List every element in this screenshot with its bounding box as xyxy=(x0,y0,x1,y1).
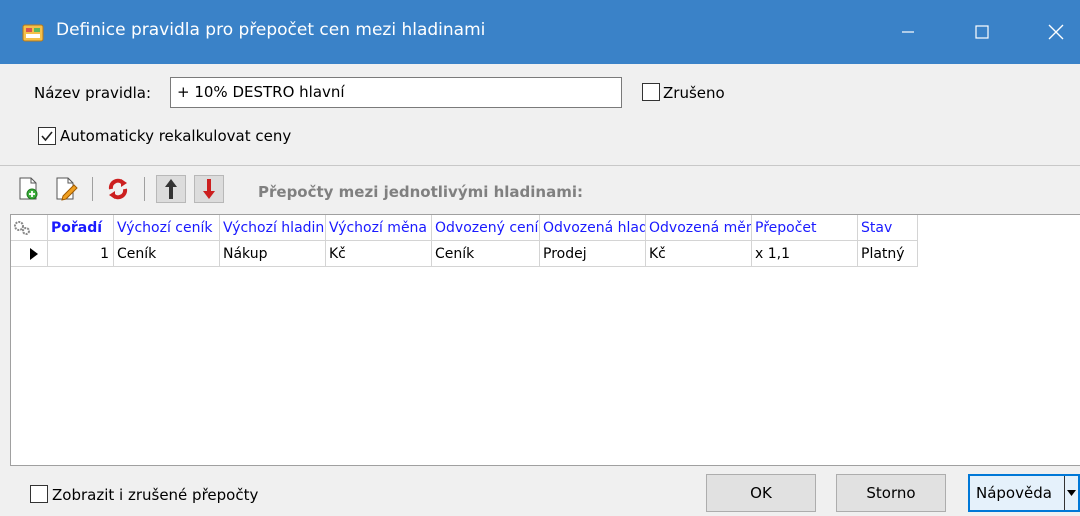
close-button[interactable] xyxy=(1026,0,1080,64)
new-document-icon xyxy=(19,177,38,200)
help-button-label: Nápověda xyxy=(976,484,1052,502)
cell-derived-level[interactable]: Prodej xyxy=(540,241,646,267)
column-header-order[interactable]: Pořadí xyxy=(48,215,114,241)
move-up-icon xyxy=(165,179,177,199)
auto-recalc-checkbox[interactable] xyxy=(38,127,56,145)
maximize-icon xyxy=(975,25,989,39)
column-header-derived-pricelist[interactable]: Odvozený ceník xyxy=(432,215,540,241)
row-indicator xyxy=(11,241,48,267)
column-header-source-pricelist[interactable]: Výchozí ceník xyxy=(114,215,220,241)
move-down-icon xyxy=(203,179,215,199)
cell-order[interactable]: 1 xyxy=(48,241,114,267)
cancel-button[interactable]: Storno xyxy=(836,474,946,512)
show-cancelled-label: Zobrazit i zrušené přepočty xyxy=(52,486,259,504)
cell-source-level[interactable]: Nákup xyxy=(220,241,326,267)
title-bar[interactable]: Definice pravidla pro přepočet cen mezi … xyxy=(0,0,1080,64)
cell-source-pricelist[interactable]: Ceník xyxy=(114,241,220,267)
help-dropdown-arrow[interactable] xyxy=(1064,476,1078,510)
new-document-button[interactable] xyxy=(14,175,42,203)
chevron-down-icon xyxy=(1067,490,1076,496)
grid-settings-cell[interactable] xyxy=(11,215,48,241)
current-row-arrow-icon xyxy=(30,248,38,260)
app-icon xyxy=(22,23,44,43)
help-button[interactable]: Nápověda xyxy=(968,474,1080,512)
edit-document-button[interactable] xyxy=(52,175,80,203)
gears-icon xyxy=(14,221,30,235)
column-header-conversion[interactable]: Přepočet xyxy=(752,215,858,241)
toolbar-separator xyxy=(144,177,145,201)
column-header-derived-level[interactable]: Odvozená hladina xyxy=(540,215,646,241)
auto-recalc-label: Automaticky rekalkulovat ceny xyxy=(60,127,292,145)
rule-name-label: Název pravidla: xyxy=(34,84,152,102)
show-cancelled-checkbox[interactable] xyxy=(30,485,48,503)
close-icon xyxy=(1048,24,1064,40)
column-header-source-level[interactable]: Výchozí hladina xyxy=(220,215,326,241)
column-header-source-currency[interactable]: Výchozí měna xyxy=(326,215,432,241)
minimize-icon xyxy=(902,31,914,33)
grid-header-row: Pořadí Výchozí ceník Výchozí hladina Výc… xyxy=(11,215,918,241)
ok-button[interactable]: OK xyxy=(706,474,816,512)
toolbar-separator xyxy=(92,177,93,201)
cell-source-currency[interactable]: Kč xyxy=(326,241,432,267)
section-divider xyxy=(0,165,1080,166)
column-header-derived-currency[interactable]: Odvozená měna xyxy=(646,215,752,241)
minimize-button[interactable] xyxy=(878,0,938,64)
window-title: Definice pravidla pro přepočet cen mezi … xyxy=(56,20,486,40)
edit-document-icon xyxy=(56,177,78,201)
cell-status[interactable]: Platný xyxy=(858,241,918,267)
cell-derived-currency[interactable]: Kč xyxy=(646,241,752,267)
move-up-button[interactable] xyxy=(156,175,186,203)
column-header-status[interactable]: Stav xyxy=(858,215,918,241)
grid-caption: Přepočty mezi jednotlivými hladinami: xyxy=(258,183,583,201)
cancelled-checkbox[interactable] xyxy=(642,83,660,101)
cancelled-label: Zrušeno xyxy=(663,84,725,102)
checkmark-icon xyxy=(41,131,53,142)
refresh-icon xyxy=(108,178,128,200)
move-down-button[interactable] xyxy=(194,175,224,203)
cell-conversion[interactable]: x 1,1 xyxy=(752,241,858,267)
rule-name-input[interactable]: + 10% DESTRO hlavní xyxy=(170,77,622,108)
table-row[interactable]: 1 Ceník Nákup Kč Ceník Prodej Kč x 1,1 P… xyxy=(11,241,918,267)
conversion-grid[interactable]: Pořadí Výchozí ceník Výchozí hladina Výc… xyxy=(10,214,1080,466)
cell-derived-pricelist[interactable]: Ceník xyxy=(432,241,540,267)
refresh-button[interactable] xyxy=(104,175,132,203)
maximize-button[interactable] xyxy=(952,0,1012,64)
